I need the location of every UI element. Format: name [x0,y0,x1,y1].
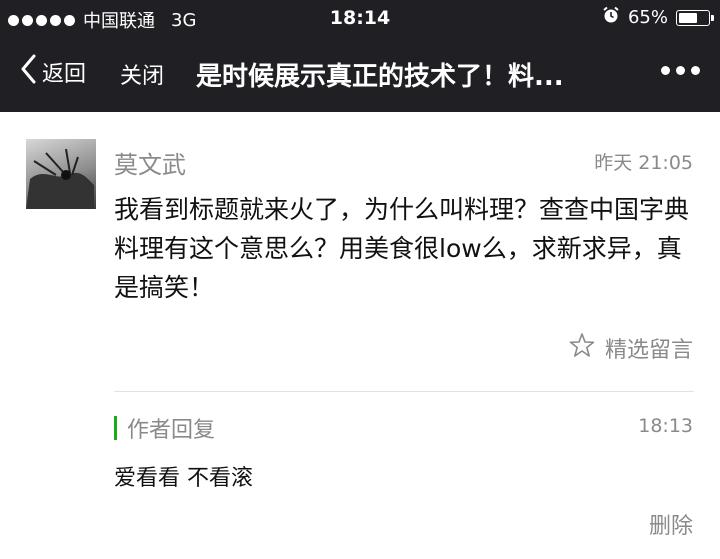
delete-reply-button[interactable]: 删除 [649,508,693,540]
alarm-icon [602,6,620,29]
divider [114,391,694,392]
comment-text: 我看到标题就来火了，为什么叫料理？查查中国字典料理有这个意思么？用美食很low么… [114,195,690,302]
battery-icon [676,9,714,26]
status-right: 65% [602,6,714,29]
page-title: 是时候展示真正的技术了！料... [196,62,564,92]
comment-section: 莫文武 昨天 21:05 我看到标题就来火了，为什么叫料理？查查中国字典料理有这… [0,112,720,559]
reply-marker [114,416,117,440]
back-button[interactable]: 返回 [20,54,86,90]
select-comment-button[interactable]: 精选留言 [569,332,693,364]
back-label: 返回 [42,62,87,87]
author-reply-label: 作者回复 [127,418,216,443]
battery-percent: 65% [627,7,668,28]
nav-bar: 返回 关闭 是时候展示真正的技术了！料... [0,36,720,112]
reply-text: 爱看看 不看滚 [114,466,253,491]
commenter-name: 莫文武 [114,151,186,179]
chevron-left-icon [20,54,36,90]
more-options-icon[interactable] [661,66,700,75]
status-bar: 中国联通 3G 18:14 65% [0,0,720,36]
reply-time: 18:13 [638,415,693,437]
author-reply-header: 作者回复 [114,412,215,444]
comment-time: 昨天 21:05 [594,152,693,174]
select-comment-label: 精选留言 [604,338,693,363]
avatar [26,139,96,209]
star-outline-icon [569,332,595,364]
close-button[interactable]: 关闭 [120,58,164,90]
